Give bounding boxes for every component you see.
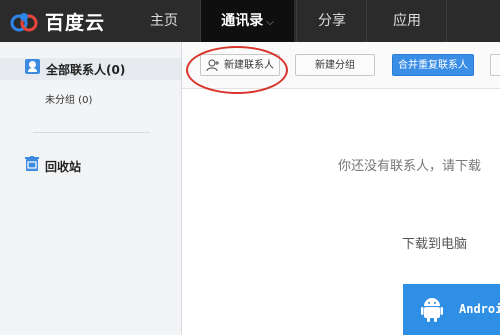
app-logo[interactable]: 百度云 xyxy=(10,8,105,35)
logo-text: 百度云 xyxy=(45,12,106,34)
contacts-sidebar: 全部联系人(0) 未分组 (0) 回收站 xyxy=(0,42,182,335)
sidebar-item-recycle-bin[interactable]: 回收站 xyxy=(45,158,81,175)
nav-share[interactable]: 分享 xyxy=(300,0,364,42)
sidebar-item-ungrouped[interactable]: 未分组 (0) xyxy=(45,91,92,106)
toolbar-overflow-button[interactable] xyxy=(490,54,500,76)
merge-duplicates-button[interactable]: 合并重复联系人 xyxy=(392,54,474,76)
download-pc-link[interactable]: 下载到电脑 xyxy=(402,233,467,252)
nav-divider xyxy=(366,0,367,42)
android-download-button[interactable]: Android xyxy=(403,284,500,335)
android-icon xyxy=(421,298,443,322)
sidebar-item-all-contacts-label[interactable]: 全部联系人(0) xyxy=(46,61,125,78)
annotation-highlight-circle xyxy=(186,46,288,94)
new-group-button[interactable]: 新建分组 xyxy=(295,54,375,76)
nav-divider xyxy=(296,0,297,42)
chevron-down-icon[interactable]: ⌵ xyxy=(266,17,274,28)
nav-contacts-label: 通讯录 xyxy=(221,13,264,29)
android-button-label: Android xyxy=(459,302,500,316)
contacts-icon xyxy=(25,59,40,74)
recycle-bin-icon[interactable] xyxy=(25,156,39,172)
nav-divider xyxy=(446,0,447,42)
nav-apps[interactable]: 应用 xyxy=(370,0,444,42)
nav-home[interactable]: 主页 xyxy=(133,0,195,42)
sidebar-divider xyxy=(33,132,150,133)
top-nav-bar: 百度云 主页 通讯录 ⌵ 分享 应用 xyxy=(0,0,500,42)
empty-state-message: 你还没有联系人，请下载 xyxy=(338,159,482,174)
cloud-logo-icon xyxy=(10,12,38,31)
nav-contacts[interactable]: 通讯录 ⌵ xyxy=(201,0,294,42)
